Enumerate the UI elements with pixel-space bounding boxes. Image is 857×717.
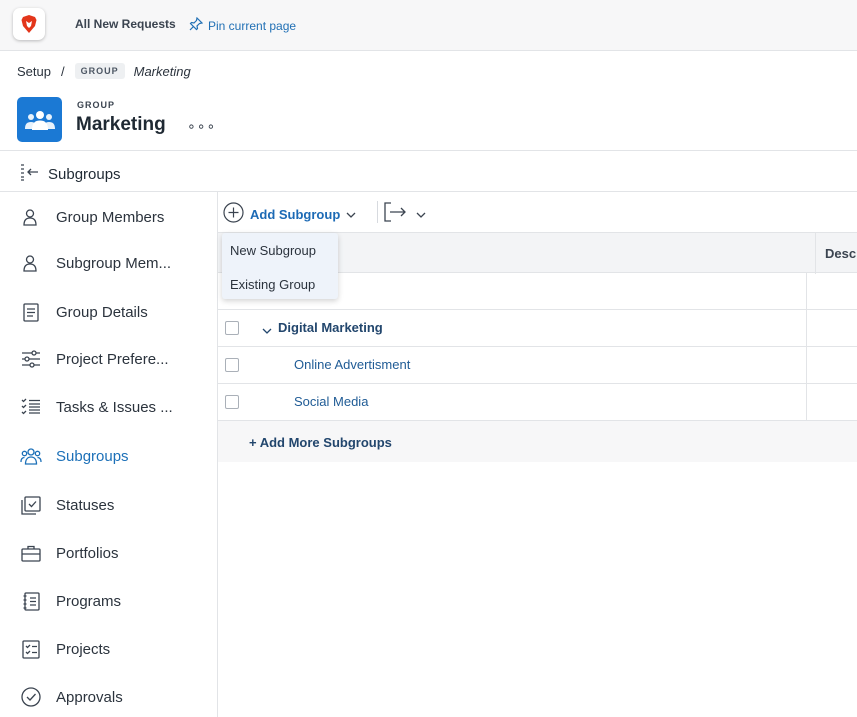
chevron-down-icon — [416, 206, 426, 224]
sidebar-item-projects[interactable]: Projects — [20, 638, 110, 660]
subgroup-name-link[interactable]: Online Advertisment — [294, 357, 410, 372]
sidebar-item-label: Group Members — [56, 208, 165, 226]
sidebar-item-subgroup-members[interactable]: Subgroup Mem... — [20, 252, 171, 274]
all-new-requests-link[interactable]: All New Requests — [75, 17, 176, 31]
sidebar-item-statuses[interactable]: Statuses — [20, 494, 114, 516]
sidebar-item-label: Portfolios — [56, 544, 119, 562]
group-type-label: GROUP — [77, 100, 116, 110]
breadcrumb-separator: / — [60, 63, 65, 79]
check-circle-icon — [20, 686, 42, 708]
add-subgroup-dropdown-menu: New Subgroup Existing Group — [222, 233, 338, 299]
add-more-row: + Add More Subgroups — [218, 421, 857, 462]
project-icon — [20, 638, 42, 660]
chevron-down-icon[interactable] — [262, 322, 272, 340]
sidebar-item-label: Project Prefere... — [56, 350, 169, 368]
sidebar-item-label: Statuses — [56, 496, 115, 514]
breadcrumb: Setup / GROUP Marketing — [17, 63, 191, 79]
chevron-down-icon — [346, 207, 356, 222]
pin-current-page-button[interactable]: Pin current page — [189, 16, 297, 34]
top-bar: All New Requests Pin current page — [0, 0, 857, 51]
add-subgroup-label: Add Subgroup — [250, 206, 341, 222]
sidebar-item-programs[interactable]: Programs — [20, 590, 121, 612]
breadcrumb-setup[interactable]: Setup — [17, 64, 51, 79]
row-checkbox[interactable] — [225, 395, 239, 409]
sidebar-item-label: Tasks & Issues ... — [56, 398, 173, 416]
page-title: Marketing — [76, 114, 166, 135]
plus-circle-icon — [223, 202, 244, 226]
section-header: Subgroups — [20, 163, 121, 185]
breadcrumb-group-tag: GROUP — [74, 63, 125, 79]
pin-icon — [189, 16, 204, 34]
description-cell — [806, 273, 807, 309]
table-row[interactable]: Online Advertisment — [218, 347, 857, 384]
menu-item-new-subgroup[interactable]: New Subgroup — [230, 243, 316, 258]
sliders-icon — [20, 348, 42, 370]
brave-logo-icon[interactable] — [13, 8, 45, 40]
document-icon — [20, 301, 42, 323]
sidebar-item-label: Subgroups — [56, 447, 129, 465]
subgroup-name-link[interactable]: Social Media — [294, 394, 368, 409]
pin-label: Pin current page — [208, 18, 297, 33]
divider — [0, 150, 857, 151]
table-row[interactable]: Digital Marketing — [218, 310, 857, 347]
add-subgroup-button[interactable]: Add Subgroup — [223, 202, 356, 226]
table-row[interactable]: Social Media — [218, 384, 857, 421]
sidebar: Group Members Subgroup Mem... Group Deta… — [0, 192, 218, 717]
person-icon — [20, 206, 42, 228]
toolbar: Add Subgroup — [218, 192, 857, 232]
toolbar-divider — [377, 201, 378, 223]
sidebar-item-approvals[interactable]: Approvals — [20, 686, 123, 708]
description-cell — [806, 384, 807, 420]
sidebar-item-label: Approvals — [56, 688, 123, 706]
section-title: Subgroups — [48, 165, 121, 183]
sidebar-item-label: Projects — [56, 640, 111, 658]
column-header-description[interactable]: Descri — [815, 233, 857, 274]
sidebar-item-subgroups[interactable]: Subgroups — [20, 445, 129, 467]
sidebar-item-group-members[interactable]: Group Members — [20, 206, 164, 228]
sidebar-item-label: Subgroup Mem... — [56, 254, 172, 272]
subgroup-name-link[interactable]: Digital Marketing — [278, 320, 383, 335]
sidebar-item-tasks-issues[interactable]: Tasks & Issues ... — [20, 396, 173, 418]
menu-item-existing-group[interactable]: Existing Group — [230, 277, 315, 292]
description-cell — [806, 347, 807, 383]
export-button[interactable] — [384, 202, 426, 227]
breadcrumb-current: Marketing — [133, 63, 191, 79]
sidebar-item-label: Programs — [56, 592, 122, 610]
more-options-button[interactable]: ∘∘∘ — [187, 118, 216, 135]
add-more-subgroups-link[interactable]: + Add More Subgroups — [249, 435, 392, 450]
briefcase-icon — [20, 542, 42, 564]
checklist-icon — [20, 396, 42, 418]
sidebar-item-portfolios[interactable]: Portfolios — [20, 542, 119, 564]
sidebar-item-project-preferences[interactable]: Project Prefere... — [20, 348, 169, 370]
program-icon — [20, 590, 42, 612]
person-icon — [20, 252, 42, 274]
sidebar-item-group-details[interactable]: Group Details — [20, 301, 148, 323]
export-icon — [384, 202, 406, 227]
row-checkbox[interactable] — [225, 321, 239, 335]
status-icon — [20, 494, 42, 516]
description-cell — [806, 310, 807, 346]
row-checkbox[interactable] — [225, 358, 239, 372]
group-icon — [17, 97, 62, 142]
sidebar-item-label: Group Details — [56, 303, 148, 321]
collapse-panel-icon[interactable] — [20, 163, 40, 185]
people-icon — [20, 445, 42, 467]
